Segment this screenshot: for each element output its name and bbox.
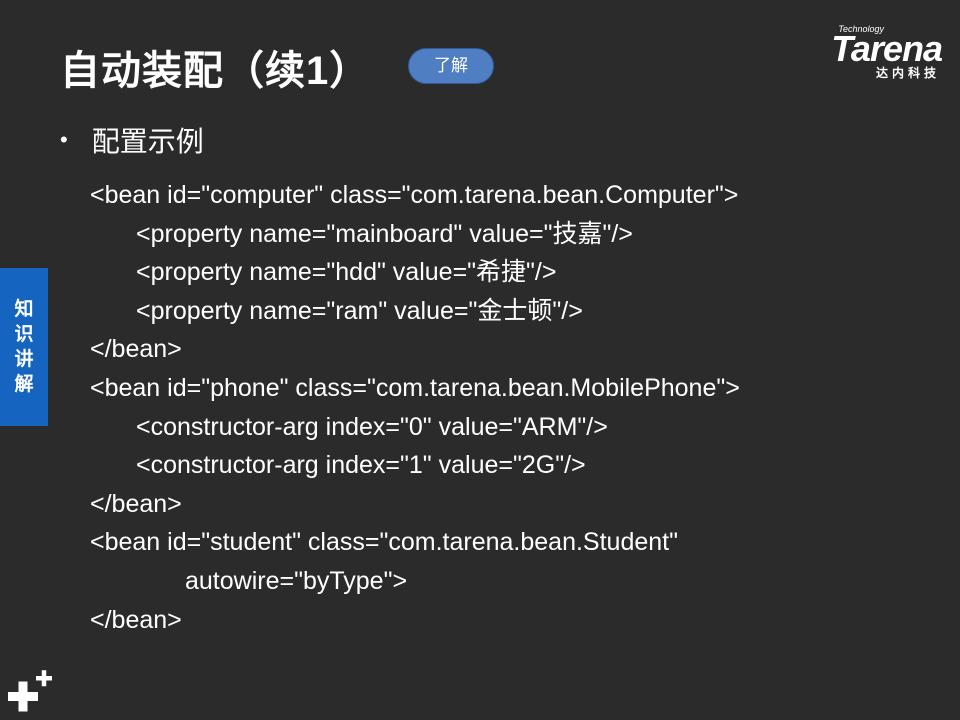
slide-title: 自动装配（续1） bbox=[60, 49, 371, 93]
code-line: <property name="ram" value="金士顿"/> bbox=[136, 296, 583, 325]
code-line: </bean> bbox=[90, 489, 182, 518]
code-line: </bean> bbox=[90, 335, 182, 364]
slide: 自动装配（续1） 了解 Technology Tarena 达内科技 知 识 讲… bbox=[0, 0, 960, 720]
code-line: <constructor-arg index="0" value="ARM"/> bbox=[136, 412, 608, 441]
tarena-logo: Technology Tarena 达内科技 bbox=[772, 24, 943, 84]
plus-icon bbox=[8, 670, 52, 712]
side-tab-char: 讲 bbox=[14, 349, 34, 370]
code-line: <property name="mainboard" value="技嘉"/> bbox=[136, 219, 633, 248]
code-line: <property name="hdd" value="希捷"/> bbox=[136, 258, 557, 287]
side-tab-char: 识 bbox=[14, 324, 34, 345]
understand-badge[interactable]: 了解 bbox=[408, 48, 494, 84]
logo-sub-text: 达内科技 bbox=[875, 66, 940, 80]
knowledge-explanation-tab: 知 识 讲 解 bbox=[0, 268, 48, 426]
side-tab-char: 解 bbox=[14, 374, 34, 395]
code-line: <bean id="computer" class="com.tarena.be… bbox=[90, 181, 739, 209]
bullet-dot-icon: • bbox=[60, 127, 68, 152]
bullet-item: • 配置示例 bbox=[60, 120, 204, 160]
side-tab-char: 知 bbox=[14, 299, 34, 320]
code-line: <bean id="phone" class="com.tarena.bean.… bbox=[90, 373, 740, 402]
bullet-text: 配置示例 bbox=[91, 126, 204, 157]
code-line: autowire="byType"> bbox=[185, 566, 408, 595]
code-example: <bean id="computer" class="com.tarena.be… bbox=[90, 176, 740, 639]
code-line: <bean id="student" class="com.tarena.bea… bbox=[90, 528, 678, 557]
code-line: </bean> bbox=[90, 605, 182, 634]
code-line: <constructor-arg index="1" value="2G"/> bbox=[136, 451, 586, 480]
